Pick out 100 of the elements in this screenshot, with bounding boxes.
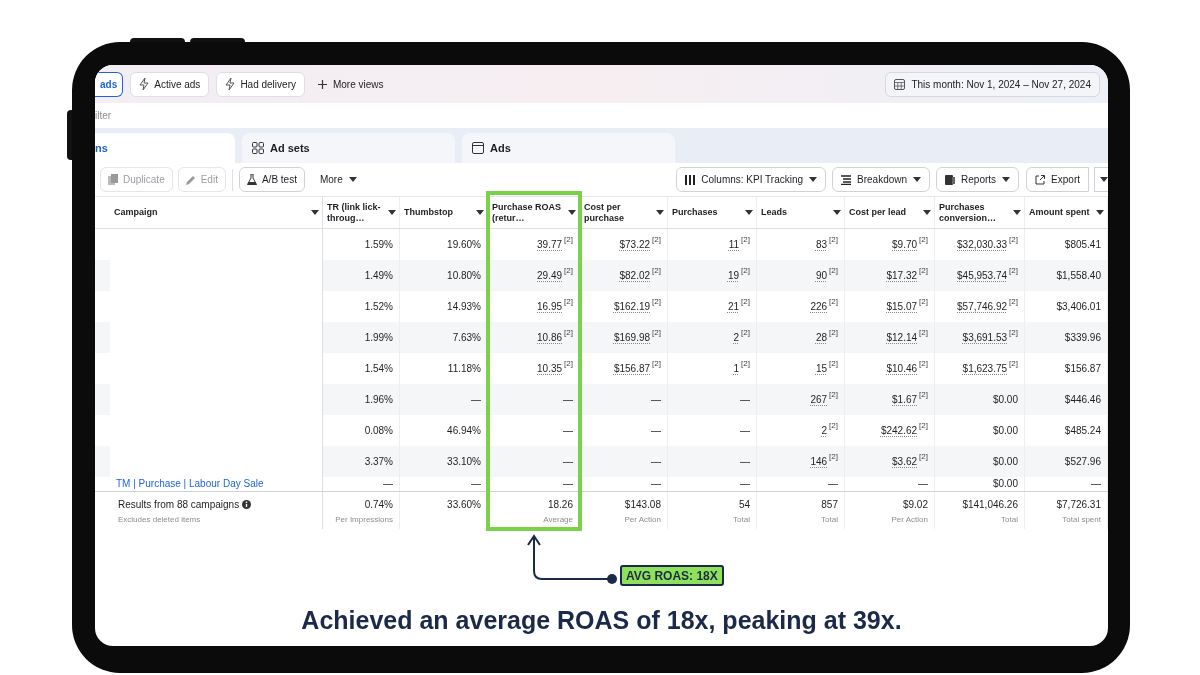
column-header[interactable]: Purchases conversion… xyxy=(935,197,1025,228)
table-cell[interactable]: 1 xyxy=(733,361,740,376)
footnote-mark: [2] xyxy=(564,359,573,368)
table-cell[interactable]: $73.22 xyxy=(619,237,651,252)
table-cell[interactable]: 2 xyxy=(733,330,740,345)
table-cell[interactable]: 10.86 xyxy=(537,330,563,345)
toolbar-button[interactable]: A/B test xyxy=(238,167,305,192)
table-cell: — xyxy=(828,477,838,491)
summary-caption: Total xyxy=(821,514,838,526)
view-button[interactable]: Had delivery xyxy=(216,71,305,97)
caret-icon xyxy=(745,210,753,215)
column-header[interactable]: Thumbstop xyxy=(400,197,488,228)
footnote-mark: [2] xyxy=(829,390,838,399)
table-cell[interactable]: $169.98 xyxy=(613,330,651,345)
table-cell[interactable]: $57,746.92 xyxy=(957,299,1008,314)
table-cell[interactable]: 16.95 xyxy=(537,299,563,314)
table-cell[interactable]: 15 xyxy=(815,361,828,376)
dropdown-button[interactable] xyxy=(1094,167,1108,192)
level-tab[interactable]: ns xyxy=(95,133,235,163)
caret-icon xyxy=(388,210,396,215)
table-cell[interactable]: $17.32 xyxy=(886,268,918,283)
footnote-mark: [2] xyxy=(652,235,661,244)
calendar-icon xyxy=(894,78,906,90)
table-cell[interactable]: 146 xyxy=(810,454,828,469)
table-cell[interactable]: 21 xyxy=(727,299,740,314)
table-cell[interactable]: 28 xyxy=(815,330,828,345)
column-header[interactable]: Campaign xyxy=(110,197,323,228)
caret-icon xyxy=(923,210,931,215)
table-cell[interactable]: 83 xyxy=(815,237,828,252)
column-header[interactable]: Cost per lead xyxy=(845,197,935,228)
table-cell: 1.59% xyxy=(364,237,393,252)
table-cell[interactable]: $15.07 xyxy=(886,299,918,314)
table-cell: — xyxy=(563,423,573,438)
table-cell[interactable]: 29.49 xyxy=(537,268,563,283)
bars-icon xyxy=(841,174,852,185)
column-header[interactable]: Purchases xyxy=(668,197,757,228)
caret-icon xyxy=(311,210,319,215)
column-header[interactable]: TR (link lick-throug… xyxy=(323,197,400,228)
toolbar-button[interactable]: Reports xyxy=(936,167,1020,192)
summary-value: 0.74% xyxy=(364,498,393,512)
table-cell: 33.10% xyxy=(447,454,481,469)
table-cell: — xyxy=(651,423,661,438)
footnote-mark: [2] xyxy=(919,266,928,275)
toolbar-button[interactable]: Export xyxy=(1026,167,1089,192)
pencil-icon xyxy=(185,174,196,185)
table-cell[interactable]: $1.67 xyxy=(892,392,918,407)
table-cell[interactable]: $156.87 xyxy=(613,361,651,376)
footnote-mark: [2] xyxy=(919,297,928,306)
table-cell: — xyxy=(918,477,928,491)
summary-value: 54 xyxy=(738,498,750,512)
table-cell[interactable]: 39.77 xyxy=(537,237,563,252)
table-cell[interactable]: $1,623.75 xyxy=(962,361,1008,376)
footnote-mark: [2] xyxy=(829,421,838,430)
date-range-button[interactable]: This month: Nov 1, 2024 – Nov 27, 2024 xyxy=(885,71,1100,97)
table-cell[interactable]: 226 xyxy=(810,299,828,314)
summary-value: 857 xyxy=(821,498,838,512)
table-cell[interactable]: $10.46 xyxy=(886,361,918,376)
caret-icon xyxy=(833,210,841,215)
footnote-mark: [2] xyxy=(919,235,928,244)
view-button[interactable]: Active ads xyxy=(130,71,210,97)
table-cell: 0.08% xyxy=(364,423,393,438)
table-cell[interactable]: $82.02 xyxy=(619,268,651,283)
footnote-mark: [2] xyxy=(1009,235,1018,244)
table-cell[interactable]: 267 xyxy=(810,392,828,407)
table-cell[interactable]: 90 xyxy=(815,268,828,283)
table-cell[interactable]: 10.35 xyxy=(537,361,563,376)
toolbar-button[interactable]: Columns: KPI Tracking xyxy=(676,167,827,192)
table-cell: — xyxy=(740,392,750,407)
table-cell[interactable]: $45,953.74 xyxy=(957,268,1008,283)
column-header[interactable]: Amount spent xyxy=(1025,197,1108,228)
table-cell[interactable]: 11 xyxy=(728,237,740,252)
column-header[interactable]: Leads xyxy=(757,197,845,228)
table-cell: 7.63% xyxy=(452,330,481,345)
summary-value: $141,046.26 xyxy=(962,498,1018,512)
table-cell[interactable]: $242.62 xyxy=(880,423,918,438)
column-header[interactable]: Purchase ROAS (retur… xyxy=(488,197,580,228)
more-button[interactable]: More xyxy=(309,167,367,192)
table-cell: 1.96% xyxy=(364,392,393,407)
table-cell: — xyxy=(651,392,661,407)
table-cell[interactable]: $32,030.33 xyxy=(957,237,1008,252)
table-cell[interactable]: $3.62 xyxy=(892,454,918,469)
campaign-link[interactable]: TM | Purchase | Labour Day Sale xyxy=(116,477,264,491)
table-cell[interactable]: 2 xyxy=(821,423,828,438)
level-tab[interactable]: Ads xyxy=(462,133,675,163)
summary-label: Results from 88 campaigns xyxy=(118,498,240,512)
table-cell[interactable]: $12.14 xyxy=(886,330,918,345)
footnote-mark: [2] xyxy=(564,235,573,244)
more-views-button[interactable]: More views xyxy=(311,71,390,97)
table-cell[interactable]: 19 xyxy=(727,268,740,283)
table-cell[interactable]: $162.19 xyxy=(613,299,651,314)
caret-icon xyxy=(476,210,484,215)
footnote-mark: [2] xyxy=(741,328,750,337)
table-cell[interactable]: $9.70 xyxy=(892,237,918,252)
level-tab[interactable]: Ad sets xyxy=(242,133,455,163)
summary-value: $7,726.31 xyxy=(1056,498,1101,512)
column-header[interactable]: Cost per purchase xyxy=(580,197,668,228)
view-button[interactable]: ads xyxy=(95,71,124,97)
toolbar-button[interactable]: Breakdown xyxy=(832,167,931,192)
footnote-mark: [2] xyxy=(919,328,928,337)
table-cell[interactable]: $3,691.53 xyxy=(962,330,1008,345)
